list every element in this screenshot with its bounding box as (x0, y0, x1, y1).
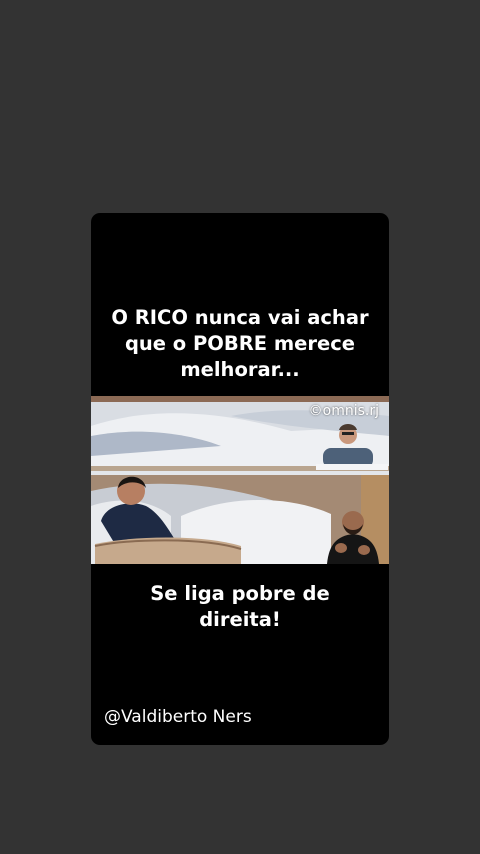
caption-top-line-1: O RICO nunca vai achar (111, 306, 369, 329)
story-card[interactable]: O RICO nunca vai achar que o POBRE merec… (91, 213, 389, 745)
video-watermark: ©omnis.rj (308, 403, 379, 419)
author-handle[interactable]: @Valdiberto Ners (104, 706, 252, 728)
caption-bottom-line-2: direita! (199, 608, 281, 631)
tv-studio-scene (91, 396, 389, 564)
video-frame[interactable]: ©omnis.rj (91, 396, 389, 564)
caption-top-line-3: melhorar... (180, 358, 300, 381)
caption-bottom-line-1: Se liga pobre de (150, 582, 330, 605)
caption-top: O RICO nunca vai achar que o POBRE merec… (91, 305, 389, 383)
caption-bottom: Se liga pobre de direita! (91, 581, 389, 633)
caption-top-line-2: que o POBRE merece (124, 332, 356, 355)
